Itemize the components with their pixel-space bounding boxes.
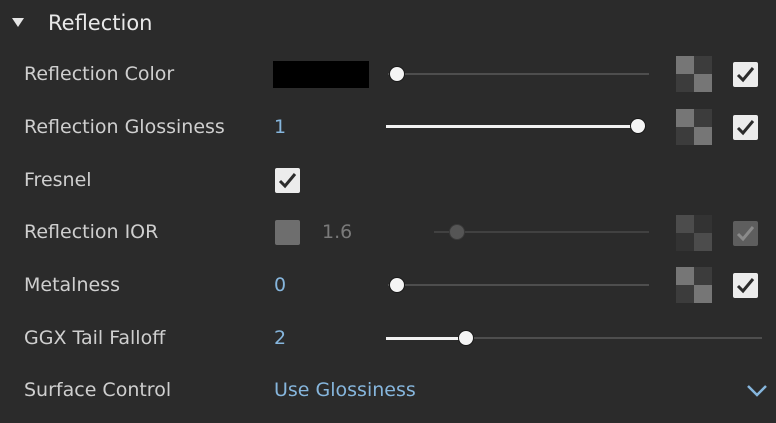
metalness-map-checkbox[interactable] (733, 273, 758, 298)
metalness-label: Metalness (24, 274, 120, 296)
ggx-tail-falloff-label: GGX Tail Falloff (24, 327, 166, 349)
section-header[interactable]: Reflection (0, 0, 776, 48)
reflection-color-slider-handle[interactable] (389, 66, 405, 82)
reflection-glossiness-slider-track[interactable] (386, 125, 640, 128)
reflection-color-swatch[interactable] (273, 61, 369, 88)
reflection-glossiness-label: Reflection Glossiness (24, 116, 225, 138)
collapse-triangle-icon[interactable] (12, 18, 24, 27)
chevron-down-icon[interactable] (746, 384, 768, 398)
metalness-texmap-icon[interactable] (676, 267, 712, 303)
ggx-tail-falloff-slider-handle[interactable] (458, 330, 474, 346)
reflection-glossiness-map-checkbox[interactable] (733, 115, 758, 140)
reflection-ior-label: Reflection IOR (24, 221, 159, 243)
section-title: Reflection (48, 11, 153, 35)
reflection-glossiness-texmap-icon[interactable] (676, 109, 712, 145)
reflection-ior-slider-handle[interactable] (449, 224, 465, 240)
metalness-slider-track[interactable] (388, 284, 649, 286)
reflection-ior-value[interactable]: 1.6 (322, 221, 352, 243)
reflection-color-map-checkbox[interactable] (733, 62, 758, 87)
reflection-ior-slider-track[interactable] (434, 231, 649, 233)
reflection-ior-lock-checkbox[interactable] (275, 220, 300, 245)
surface-control-label: Surface Control (24, 379, 172, 401)
fresnel-label: Fresnel (24, 169, 92, 191)
reflection-ior-texmap-icon[interactable] (676, 215, 712, 251)
reflection-ior-map-checkbox[interactable] (733, 221, 758, 246)
reflection-glossiness-value[interactable]: 1 (274, 116, 286, 138)
ggx-tail-falloff-slider-fill (386, 337, 466, 340)
reflection-color-slider-track[interactable] (388, 73, 649, 75)
reflection-color-label: Reflection Color (24, 63, 175, 85)
fresnel-checkbox[interactable] (275, 168, 300, 193)
reflection-color-texmap-icon[interactable] (676, 56, 712, 92)
surface-control-dropdown[interactable]: Use Glossiness (274, 379, 416, 401)
ggx-tail-falloff-value[interactable]: 2 (274, 327, 286, 349)
reflection-glossiness-slider-handle[interactable] (630, 118, 646, 134)
metalness-value[interactable]: 0 (274, 274, 286, 296)
metalness-slider-handle[interactable] (389, 277, 405, 293)
